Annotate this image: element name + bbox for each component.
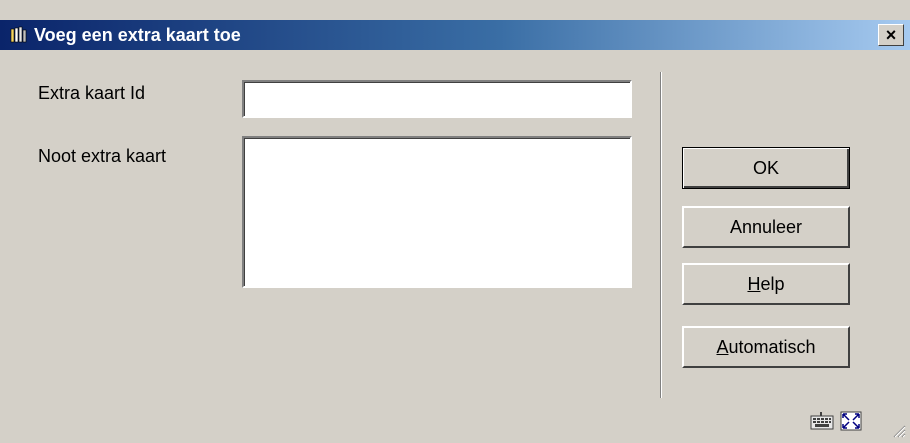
ok-button[interactable]: OK: [682, 147, 850, 189]
close-icon: ×: [885, 25, 897, 45]
automatisch-button[interactable]: Automatisch: [682, 326, 850, 368]
fullscreen-icon[interactable]: [840, 411, 862, 436]
noot-extra-kaart-label: Noot extra kaart: [38, 146, 167, 166]
help-button[interactable]: Help: [682, 263, 850, 305]
library-icon: [8, 24, 30, 46]
ok-button-label: OK: [752, 157, 779, 178]
title-bar[interactable]: Voeg een extra kaart toe ×: [0, 20, 910, 50]
help-button-label: Help: [747, 273, 785, 294]
automatisch-button-label: Automatisch: [716, 336, 816, 357]
cancel-button[interactable]: Annuleer: [682, 206, 850, 248]
cancel-button-label: Annuleer: [729, 216, 803, 237]
noot-extra-kaart-textarea[interactable]: [242, 136, 632, 288]
resize-grip-icon[interactable]: [890, 422, 906, 438]
close-button[interactable]: ×: [878, 24, 904, 46]
extra-kaart-id-input[interactable]: [242, 80, 632, 118]
dialog-window: Voeg een extra kaart toe × Extra kaart I…: [0, 0, 910, 442]
keyboard-icon[interactable]: [810, 411, 834, 436]
top-strip: [0, 0, 910, 20]
window-title: Voeg een extra kaart toe: [34, 24, 241, 45]
vertical-divider: [660, 72, 661, 398]
extra-kaart-id-label: Extra kaart Id: [38, 83, 146, 103]
status-icons: [810, 411, 862, 436]
